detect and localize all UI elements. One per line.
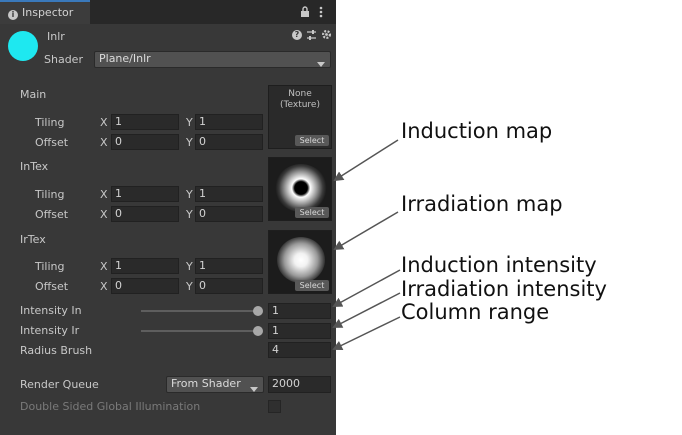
annotation-induction-map: Induction map [401, 119, 553, 143]
annotation-arrows [332, 139, 401, 351]
annotation-column-range: Column range [401, 300, 550, 324]
arrow-induction-map [333, 139, 399, 182]
annotation-irradiation-map: Irradiation map [401, 192, 563, 216]
annotation-irradiation-intensity: Irradiation intensity [401, 277, 607, 301]
arrow-irradiation-map [333, 211, 399, 251]
arrow-induction-intensity [332, 269, 401, 307]
annotation-induction-intensity: Induction intensity [401, 253, 597, 277]
